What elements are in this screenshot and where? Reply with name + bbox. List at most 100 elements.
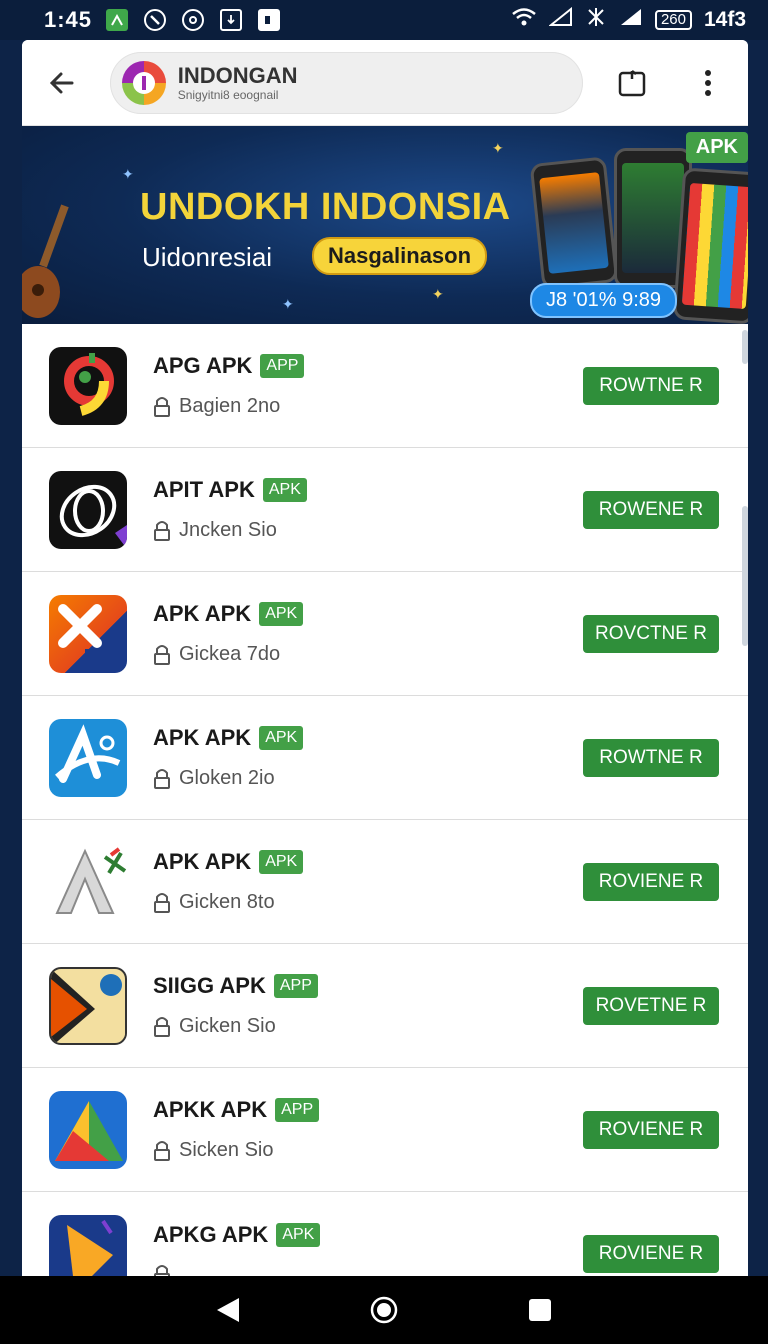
status-time-right: 14f3 xyxy=(703,8,746,31)
notification-icon xyxy=(106,9,129,31)
list-item[interactable]: APIT APK APK Jncken Sio ROWENE R xyxy=(22,448,748,572)
app-badge: APK xyxy=(259,602,304,626)
banner-subtitle: Uidonresiai xyxy=(142,242,273,272)
app-badge: APK xyxy=(262,478,307,502)
app-badge: APP xyxy=(273,974,318,998)
install-button[interactable]: ROWTNE R xyxy=(583,366,719,405)
lock-icon xyxy=(154,644,170,665)
phone-image xyxy=(529,156,619,290)
silver-a-app-icon xyxy=(49,842,127,921)
site-logo-icon xyxy=(121,60,166,105)
sparkle-icon: ✦ xyxy=(122,166,134,182)
system-nav-bar xyxy=(0,1276,768,1344)
promo-banner[interactable]: ✦ ✦ ✦ ✦ UNDOKH INDONSIA Uidonresiai Nasg… xyxy=(22,126,748,324)
banner-pill[interactable]: Nasgalinason xyxy=(312,237,488,275)
app-subtitle: Gloken 2io xyxy=(179,767,275,789)
list-item[interactable]: SIIGG APK APP Gicken Sio ROVETNE R xyxy=(22,944,748,1068)
tabs-button[interactable] xyxy=(611,61,655,105)
app-subtitle: Sicken Sio xyxy=(179,1139,274,1161)
download-icon xyxy=(220,9,243,31)
nav-recents-button[interactable] xyxy=(520,1290,560,1330)
app-name: APIT APK xyxy=(153,477,255,502)
back-button[interactable] xyxy=(40,61,84,105)
lock-icon xyxy=(154,892,170,913)
lock-icon xyxy=(154,768,170,789)
status-time: 1:45 xyxy=(44,7,93,32)
site-title: INDONGAN xyxy=(177,62,298,88)
app-subtitle: Jncken Sio xyxy=(179,519,277,541)
install-button[interactable]: ROVIENE R xyxy=(583,1234,719,1273)
app-name: APK APK xyxy=(153,601,252,626)
app-window: INDONGAN Snigyitni8 eoognail ✦ ✦ ✦ ✦ UND… xyxy=(22,40,748,1276)
site-subtitle: Snigyitni8 eoognail xyxy=(177,87,279,102)
app-badge: APK xyxy=(259,726,304,750)
app-name: APK APK xyxy=(153,849,252,874)
app-name: APG APK xyxy=(153,353,253,378)
app-badge: APP xyxy=(260,354,305,378)
back-arrow-icon xyxy=(49,72,74,93)
install-button[interactable]: ROVIENE R xyxy=(583,1110,719,1149)
app-subtitle: Gicken 8to xyxy=(179,891,275,913)
install-button[interactable]: ROVCTNE R xyxy=(583,614,719,653)
app-badge: APP xyxy=(275,1098,320,1122)
orange-x-app-icon xyxy=(49,594,127,673)
scrollbar-track[interactable] xyxy=(742,506,748,646)
guitar-icon xyxy=(22,204,69,318)
apk-tag: APK xyxy=(685,132,748,163)
swirl-logo-app-icon xyxy=(49,470,127,549)
scrollbar-thumb[interactable] xyxy=(742,330,748,364)
gallery-icon xyxy=(258,9,281,31)
tabs-icon xyxy=(619,69,646,96)
app-list: APG APK APP Bagien 2no ROWTNE R APIT APK… xyxy=(22,324,748,1276)
battery-icon: 260 xyxy=(654,10,692,30)
lock-icon xyxy=(154,1140,170,1161)
site-address-bar[interactable]: INDONGAN Snigyitni8 eoognail xyxy=(109,51,583,114)
signal-strength-icon xyxy=(619,7,643,33)
sparkle-icon: ✦ xyxy=(432,286,444,302)
app-badge: APK xyxy=(276,1222,321,1247)
install-button[interactable]: ROWTNE R xyxy=(583,738,719,777)
ncl-arrow-app-icon xyxy=(49,966,127,1045)
list-item[interactable]: APKK APK APP Sicken Sio ROVIENE R xyxy=(22,1068,748,1192)
no-disturb-icon xyxy=(144,9,167,31)
top-app-bar: INDONGAN Snigyitni8 eoognail xyxy=(22,40,748,126)
status-bar: 1:45 260 14f3 xyxy=(0,0,768,40)
play-triangle-app-icon xyxy=(49,1090,127,1169)
list-item[interactable]: APK APK APK Gloken 2io ROWTNE R xyxy=(22,696,748,820)
app-name: APKK APK xyxy=(153,1097,268,1122)
sync-icon xyxy=(182,9,205,31)
signal-icon xyxy=(548,6,573,33)
recents-square-icon xyxy=(529,1299,551,1321)
nav-back-button[interactable] xyxy=(208,1290,248,1330)
list-item[interactable]: APG APK APP Bagien 2no ROWTNE R xyxy=(22,324,748,448)
back-triangle-icon xyxy=(217,1298,239,1322)
app-name: APKG APK xyxy=(153,1221,269,1247)
app-name: SIIGG APK xyxy=(153,973,266,998)
bluetooth-icon xyxy=(585,6,607,34)
install-button[interactable]: ROVETNE R xyxy=(583,986,719,1025)
app-badge: APK xyxy=(259,850,304,874)
list-item[interactable]: APKG APK APK ROVIENE R xyxy=(22,1192,748,1276)
banner-chip: J8 '01% 9:89 xyxy=(530,283,678,318)
nav-home-button[interactable] xyxy=(364,1290,404,1330)
install-button[interactable]: ROWENE R xyxy=(583,490,719,529)
app-name: APK APK xyxy=(153,725,252,750)
install-button[interactable]: ROVIENE R xyxy=(583,862,719,901)
wifi-icon xyxy=(511,7,537,33)
app-subtitle: Gicken Sio xyxy=(179,1015,276,1037)
sparkle-icon: ✦ xyxy=(492,140,504,156)
gold-arrow-app-icon xyxy=(49,1214,127,1276)
banner-title: UNDOKH INDONSIA xyxy=(140,186,511,228)
home-circle-icon xyxy=(370,1296,398,1324)
list-item[interactable]: APK APK APK Gicken 8to ROVIENE R xyxy=(22,820,748,944)
app-subtitle: Gickea 7do xyxy=(179,643,281,665)
list-item[interactable]: APK APK APK Gickea 7do ROVCTNE R xyxy=(22,572,748,696)
lock-icon xyxy=(154,1016,170,1037)
more-options-button[interactable] xyxy=(686,61,730,105)
blue-a-app-icon xyxy=(49,718,127,797)
lock-icon xyxy=(154,396,170,417)
colorful-nine-app-icon xyxy=(49,346,127,425)
sparkle-icon: ✦ xyxy=(282,296,294,312)
lock-icon xyxy=(154,1264,170,1276)
phone-image xyxy=(672,167,748,324)
